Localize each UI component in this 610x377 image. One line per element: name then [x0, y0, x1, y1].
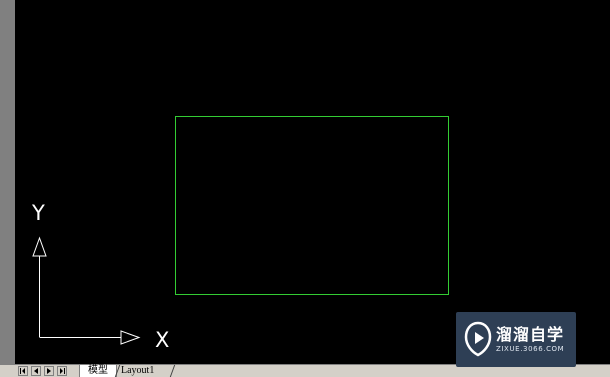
watermark-badge: 溜溜自学 ZIXUE.3066.COM [456, 312, 576, 367]
tab-layout1[interactable]: Layout1 [121, 365, 171, 377]
tab-model[interactable]: 模型 [79, 365, 117, 377]
left-scroll-rail [0, 0, 15, 364]
watermark-logo-icon [464, 321, 492, 357]
next-tab-icon[interactable] [44, 366, 54, 376]
watermark-title: 溜溜自学 [496, 325, 565, 344]
ucs-x-label: X [155, 328, 169, 352]
ucs-y-arrow [32, 236, 47, 257]
prev-tab-icon[interactable] [31, 366, 41, 376]
ucs-x-arrow [120, 330, 141, 345]
ucs-icon: Y X [31, 201, 169, 352]
watermark-url: ZIXUE.3066.COM [496, 345, 565, 353]
first-tab-icon[interactable] [18, 366, 28, 376]
last-tab-icon[interactable] [57, 366, 67, 376]
drawing-canvas[interactable]: Y X [15, 0, 610, 364]
ucs-y-label: Y [31, 201, 45, 225]
